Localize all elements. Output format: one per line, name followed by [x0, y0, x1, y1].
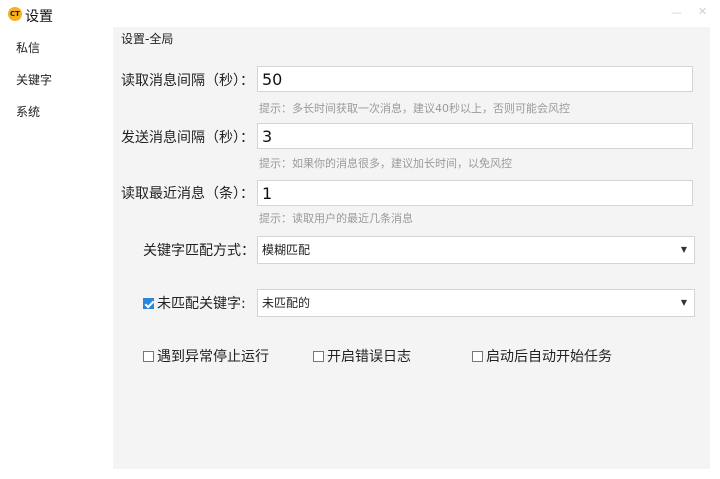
unmatched-keyword-label: 未匹配关键字:: [157, 296, 246, 312]
keyword-match-value: 模糊匹配: [262, 243, 311, 257]
sidebar-item-keywords[interactable]: 关键字: [16, 71, 52, 88]
keyword-match-select[interactable]: 模糊匹配 ▼: [257, 236, 695, 264]
sidebar: 私信 关键字 系统: [0, 30, 113, 479]
autostart-task-label: 启动后自动开始任务: [486, 349, 612, 365]
minimize-button[interactable]: —: [671, 6, 682, 19]
recent-count-hint: 提示：读取用户的最近几条消息: [259, 212, 413, 225]
recent-count-label: 读取最近消息（条）：: [121, 186, 254, 202]
read-interval-input[interactable]: [257, 66, 693, 92]
unmatched-keyword-select[interactable]: 未匹配的 ▼: [257, 289, 695, 317]
option-autostart-task[interactable]: 启动后自动开始任务: [472, 346, 612, 366]
read-interval-hint: 提示：多长时间获取一次消息，建议40秒以上，否则可能会风控: [259, 102, 570, 115]
title-bar: CT 设置 — ✕: [0, 0, 720, 30]
keyword-match-label: 关键字匹配方式：: [143, 243, 255, 259]
unmatched-keyword-value: 未匹配的: [262, 296, 311, 310]
option-stop-on-error[interactable]: 遇到异常停止运行: [143, 346, 269, 366]
send-interval-input[interactable]: [257, 123, 693, 149]
unmatched-keyword-toggle[interactable]: 未匹配关键字:: [143, 293, 246, 313]
autostart-task-checkbox[interactable]: [472, 351, 483, 362]
sidebar-item-system[interactable]: 系统: [16, 103, 40, 120]
recent-count-input[interactable]: [257, 180, 693, 206]
error-log-checkbox[interactable]: [313, 351, 324, 362]
send-interval-hint: 提示：如果你的消息很多，建议加长时间，以免风控: [259, 157, 512, 170]
dropdown-arrow-icon: ▼: [680, 245, 687, 254]
section-title: 设置-全局: [121, 32, 174, 46]
error-log-label: 开启错误日志: [327, 349, 411, 365]
read-interval-label: 读取消息间隔（秒）：: [121, 73, 254, 89]
unmatched-keyword-checkbox[interactable]: [143, 298, 154, 309]
stop-on-error-checkbox[interactable]: [143, 351, 154, 362]
close-button[interactable]: ✕: [698, 5, 707, 18]
window-title: 设置: [25, 9, 53, 25]
send-interval-label: 发送消息间隔（秒）：: [121, 130, 254, 146]
dropdown-arrow-icon: ▼: [680, 298, 687, 307]
option-error-log[interactable]: 开启错误日志: [313, 346, 411, 366]
stop-on-error-label: 遇到异常停止运行: [157, 349, 269, 365]
sidebar-item-messages[interactable]: 私信: [16, 39, 40, 56]
app-logo-icon: CT: [8, 7, 22, 21]
settings-panel: 设置-全局 读取消息间隔（秒）： 提示：多长时间获取一次消息，建议40秒以上，否…: [113, 27, 710, 469]
